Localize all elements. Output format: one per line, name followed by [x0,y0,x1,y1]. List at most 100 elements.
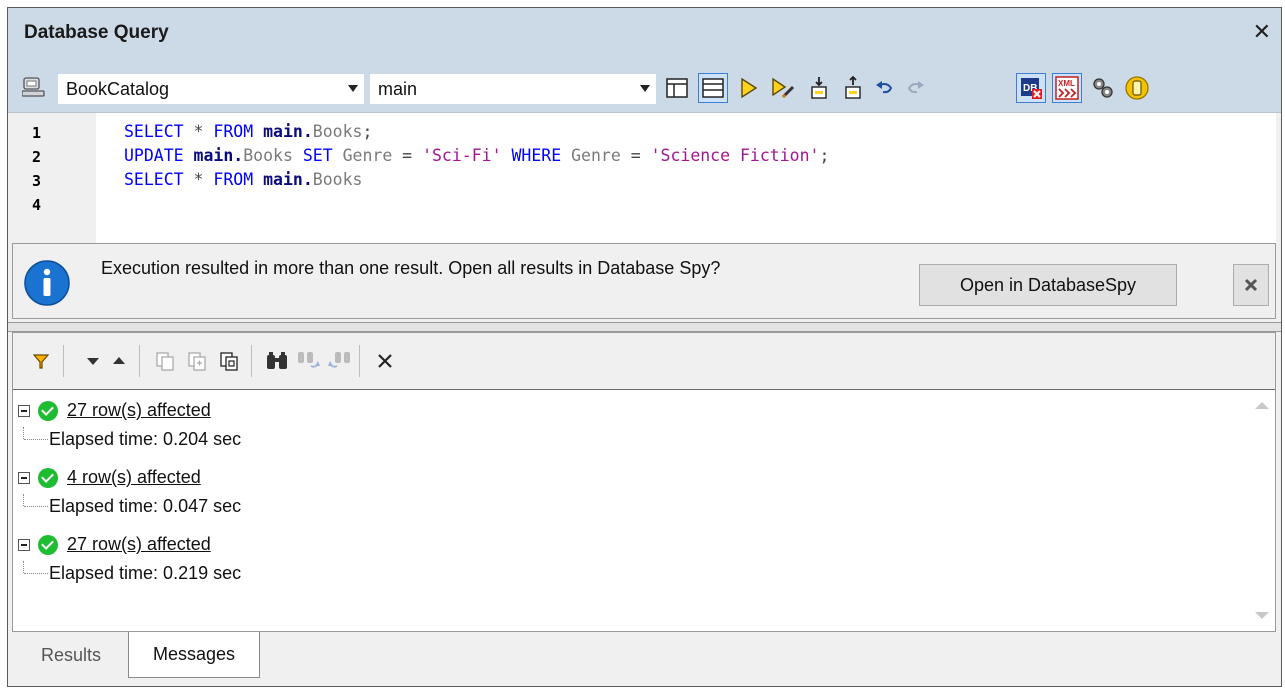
code-token: UPDATE [124,146,184,165]
code-token: ; [362,122,373,141]
message-summary-row: 4 row(s) affected [13,464,613,494]
tab-results[interactable]: Results [22,632,120,678]
query-datasource-icon[interactable] [22,76,46,98]
code-token: ; [819,146,830,165]
message-detail-row: Elapsed time: 0.204 sec [13,427,613,457]
datasource-select[interactable]: BookCatalog [58,74,364,104]
copy-icon [156,352,174,371]
chevron-down-icon[interactable] [640,85,650,92]
collapse-icon[interactable] [18,539,30,551]
properties-button[interactable] [1088,73,1118,103]
find-previous-icon [328,352,350,368]
messages-panel: 27 row(s) affected Elapsed time: 0.204 s… [12,332,1276,632]
execute-for-editing-icon [772,77,795,99]
code-token: FROM [213,170,254,189]
info-icon [24,260,70,306]
code-token: FROM [213,122,254,141]
rows-affected-link[interactable]: 27 row(s) affected [67,400,211,421]
close-icon[interactable]: ✕ [1253,19,1271,45]
scroll-up-icon[interactable] [1255,402,1269,409]
datasource-value: BookCatalog [66,79,170,99]
export-button[interactable] [838,73,868,103]
code-token: * [183,122,214,141]
previous-message-button[interactable] [105,347,133,375]
code-line[interactable]: SELECT * FROM main.Books [124,170,362,189]
code-token: = [620,146,651,165]
options-button[interactable] [1122,73,1152,103]
code-line[interactable]: SELECT * FROM main.Books; [124,122,372,141]
tree-connector [24,506,48,507]
rows-affected-link[interactable]: 27 row(s) affected [67,534,211,555]
toolbar-separator [63,345,64,377]
code-token: SET [302,146,333,165]
copy-all-button[interactable] [215,347,243,375]
split-layout-button[interactable] [698,73,728,103]
execute-button[interactable] [734,73,764,103]
tree-connector [23,561,24,573]
pane-splitter[interactable] [8,322,1281,332]
code-token: = [392,146,423,165]
chevron-down-icon[interactable] [348,85,358,92]
collapse-icon[interactable] [18,472,30,484]
clear-button[interactable] [371,347,399,375]
elapsed-time: Elapsed time: 0.219 sec [49,563,242,583]
success-check-icon [38,401,58,421]
tree-connector [24,439,48,440]
window-title: Database Query [24,22,169,43]
find-button[interactable] [263,347,291,375]
scroll-down-icon[interactable] [1255,612,1269,619]
find-next-button[interactable] [295,347,323,375]
tab-messages[interactable]: Messages [128,632,260,678]
find-previous-button[interactable] [325,347,353,375]
toolbar-separator [139,345,140,377]
svg-text:XML: XML [1058,79,1075,88]
split-layout-icon [702,78,724,98]
line-number: 2 [32,148,42,166]
vertical-scrollbar[interactable] [1247,390,1275,631]
filter-button[interactable] [27,347,55,375]
copy-with-children-button[interactable] [183,347,211,375]
code-token: main. [263,170,313,189]
line-number: 4 [32,196,42,214]
success-check-icon [38,468,58,488]
next-message-icon [87,358,99,365]
dismiss-info-button[interactable] [1233,264,1269,306]
execute-for-editing-button[interactable] [768,73,798,103]
import-button[interactable] [804,73,834,103]
messages-toolbar [13,333,1275,390]
tree-connector [23,427,24,439]
title-bar: Database Query ✕ [8,8,1281,64]
info-bar: Execution resulted in more than one resu… [12,243,1276,319]
collapse-icon[interactable] [18,405,30,417]
code-token: main. [263,122,313,141]
code-line[interactable]: UPDATE main.Books SET Genre = 'Sci-Fi' W… [124,146,829,165]
xml-view-button[interactable]: XML [1052,73,1082,103]
open-in-databasespy-button[interactable]: Open in DatabaseSpy [919,264,1177,306]
redo-button[interactable] [900,73,930,103]
undo-button[interactable] [870,73,900,103]
database-spy-button[interactable]: DB [1016,73,1046,103]
database-spy-icon: DB [1021,78,1042,99]
schema-value: main [378,79,418,99]
sql-editor[interactable]: 1 2 3 4 SELECT * FROM main.Books; UPDATE … [12,113,1276,243]
next-message-button[interactable] [79,347,107,375]
copy-button[interactable] [151,347,179,375]
code-token: Genre [342,146,393,165]
code-token: SELECT [124,170,184,189]
redo-icon [907,81,924,94]
success-check-icon [38,535,58,555]
elapsed-time: Elapsed time: 0.047 sec [49,496,242,516]
editor-layout-button[interactable] [662,73,692,103]
message-detail-row: Elapsed time: 0.219 sec [13,561,613,591]
copy-all-icon [220,352,238,371]
find-icon [267,352,287,369]
xml-view-icon: XML [1055,76,1079,100]
rows-affected-link[interactable]: 4 row(s) affected [67,467,201,488]
message-summary-row: 27 row(s) affected [13,531,613,561]
schema-select[interactable]: main [370,74,656,104]
code-token: 'Sci-Fi' [422,146,502,165]
